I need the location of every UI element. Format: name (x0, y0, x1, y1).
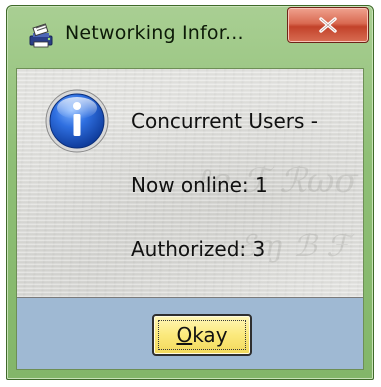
title-bar[interactable]: Networking Infor... (7, 6, 373, 68)
printer-network-icon (29, 23, 53, 48)
okay-label: kay (192, 323, 228, 347)
okay-mnemonic: O (176, 323, 193, 347)
okay-button[interactable]: Okay (152, 314, 252, 356)
online-count-text: Now online: 1 (131, 173, 268, 197)
dialog-window: Networking Infor... ℓe ℱ ℛωσ ℰɱ ℬ ℱ Conc… (6, 5, 374, 380)
info-icon (45, 89, 109, 153)
button-bar: Okay (17, 297, 363, 369)
close-button[interactable] (287, 7, 369, 43)
message-area: ℓe ℱ ℛωσ ℰɱ ℬ ℱ Concurrent Users - Now o… (17, 69, 363, 297)
close-x-icon (319, 17, 337, 33)
dialog-body: ℓe ℱ ℛωσ ℰɱ ℬ ℱ Concurrent Users - Now o… (16, 68, 364, 370)
authorized-count-text: Authorized: 3 (131, 237, 266, 261)
message-heading: Concurrent Users - (131, 109, 318, 133)
window-title: Networking Infor... (65, 22, 244, 44)
